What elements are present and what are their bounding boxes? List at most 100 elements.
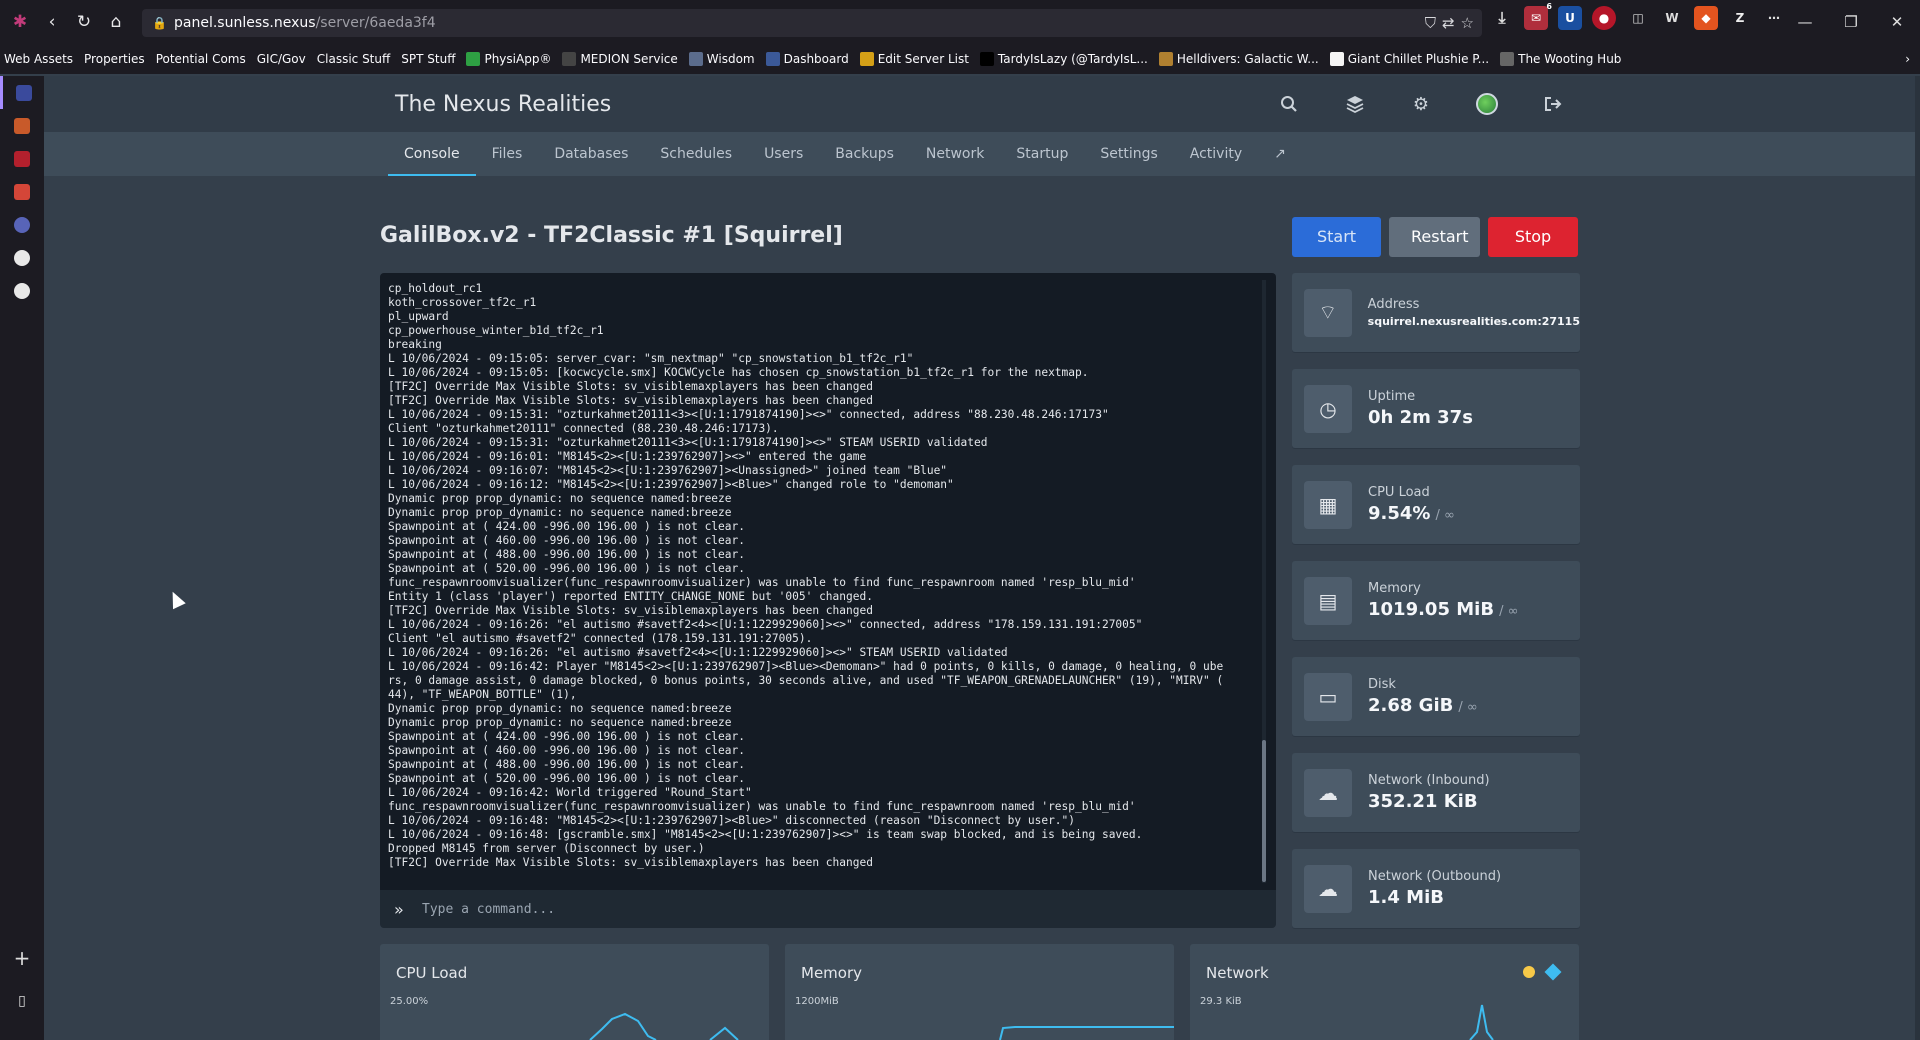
ublock-icon[interactable]: U bbox=[1558, 6, 1582, 30]
tab-console[interactable]: Console bbox=[388, 132, 476, 176]
search-icon[interactable] bbox=[1276, 91, 1302, 117]
bookmark-item[interactable]: Web Assets bbox=[4, 52, 73, 66]
tab-network[interactable]: Network bbox=[910, 132, 1000, 176]
bookmark-item[interactable]: Classic Stuff bbox=[317, 52, 391, 66]
console-line: L 10/06/2024 - 09:15:31: "ozturkahmet201… bbox=[388, 408, 1109, 421]
console-line: L 10/06/2024 - 09:16:12: "M8145<2><[U:1:… bbox=[388, 478, 954, 491]
close-icon[interactable]: ✕ bbox=[1874, 0, 1920, 44]
stat-card-address: ⌔ Address squirrel.nexusrealities.com:2711… bbox=[1292, 273, 1580, 352]
tab-startup[interactable]: Startup bbox=[1000, 132, 1084, 176]
console-line: Spawnpoint at ( 520.00 -996.00 196.00 ) … bbox=[388, 772, 745, 785]
bookmark-favicon-icon bbox=[688, 52, 703, 66]
extension-z-icon[interactable]: Z bbox=[1728, 6, 1752, 30]
bookmark-item[interactable]: TardyIsLazy (@TardyIsL... bbox=[979, 52, 1148, 66]
shield-icon[interactable]: ⛉ bbox=[1425, 14, 1436, 32]
url-bar[interactable]: 🔒 panel.sunless.nexus/server/6aeda3f4 ⛉ … bbox=[142, 9, 1482, 37]
page-scrollbar[interactable] bbox=[1915, 76, 1920, 1040]
browser-logo-icon[interactable]: ✱ bbox=[4, 6, 36, 38]
tab-settings[interactable]: Settings bbox=[1084, 132, 1173, 176]
memory-graph-line bbox=[999, 1026, 1174, 1040]
console-line: func_respawnroomvisualizer(func_respawnr… bbox=[388, 800, 1136, 813]
bookmark-item[interactable]: Giant Chillet Plushie P... bbox=[1329, 52, 1489, 66]
bookmark-item[interactable]: SPT Stuff bbox=[401, 52, 455, 66]
bookmark-item[interactable]: Potential Coms bbox=[156, 52, 246, 66]
sidebar-tab-screen[interactable] bbox=[0, 142, 44, 175]
bookmark-label: Edit Server List bbox=[877, 52, 969, 66]
bookmark-favicon-icon bbox=[1500, 52, 1515, 66]
sidebar-tab-app[interactable] bbox=[0, 109, 44, 142]
bookmark-label: Dashboard bbox=[783, 52, 849, 66]
bookmark-label: Potential Coms bbox=[155, 52, 246, 66]
mail-extension-icon[interactable]: ✉ 6 bbox=[1524, 2, 1552, 30]
external-link-icon[interactable]: ↗ bbox=[1258, 132, 1302, 176]
bookmark-item[interactable]: Edit Server List bbox=[859, 52, 969, 66]
console-line: pl_upward bbox=[388, 310, 449, 323]
extension-fox-icon[interactable]: ◆ bbox=[1694, 6, 1718, 30]
reload-icon[interactable]: ↻ bbox=[68, 6, 100, 38]
bookmark-label: Wisdom bbox=[706, 52, 755, 66]
server-name: GalilBox.v2 - TF2Classic #1 [Squirrel] bbox=[380, 223, 843, 248]
avatar[interactable] bbox=[1474, 91, 1500, 117]
restore-icon[interactable]: ❐ bbox=[1828, 0, 1874, 44]
tab-files[interactable]: Files bbox=[476, 132, 539, 176]
sidebar-add-icon[interactable]: + bbox=[0, 941, 44, 974]
bookmark-item[interactable]: MEDION Service bbox=[562, 52, 678, 66]
tab-databases[interactable]: Databases bbox=[538, 132, 644, 176]
restart-button[interactable]: Restart bbox=[1389, 217, 1480, 257]
console-line: Dynamic prop prop_dynamic: no sequence n… bbox=[388, 492, 732, 505]
home-icon[interactable]: ⌂ bbox=[100, 6, 132, 38]
layers-icon[interactable] bbox=[1342, 91, 1368, 117]
bookmark-item[interactable]: Wisdom bbox=[688, 52, 755, 66]
bookmark-item[interactable]: The Wooting Hub bbox=[1500, 52, 1621, 66]
tab-backups[interactable]: Backups bbox=[819, 132, 910, 176]
console-scrollbar-thumb[interactable] bbox=[1262, 740, 1266, 882]
tab-schedules[interactable]: Schedules bbox=[644, 132, 748, 176]
start-button[interactable]: Start bbox=[1292, 217, 1381, 257]
console-output[interactable]: cp_holdout_rc1 koth_crossover_tf2c_r1 pl_u… bbox=[380, 273, 1276, 890]
sidebar-tab-panel[interactable] bbox=[0, 76, 44, 109]
console-line: [TF2C] Override Max Visible Slots: sv_vi… bbox=[388, 856, 873, 869]
extension-red-icon[interactable]: ● bbox=[1592, 6, 1616, 30]
tab-activity[interactable]: Activity bbox=[1174, 132, 1258, 176]
sidebar-tab-gmail[interactable] bbox=[0, 175, 44, 208]
cogs-icon[interactable]: ⚙ bbox=[1408, 91, 1434, 117]
console-line: breaking bbox=[388, 338, 442, 351]
bookmark-star-icon[interactable]: ☆ bbox=[1461, 14, 1474, 32]
bookmark-label: PhysiApp® bbox=[484, 52, 552, 66]
bookmark-item[interactable]: GIC/Gov bbox=[257, 52, 306, 66]
translate-icon[interactable]: ⇄ bbox=[1442, 14, 1455, 32]
console-line: [TF2C] Override Max Visible Slots: sv_vi… bbox=[388, 380, 873, 393]
stat-value[interactable]: squirrel.nexusrealities.com:27115 bbox=[1368, 315, 1580, 328]
extension-w-icon[interactable]: W bbox=[1660, 6, 1684, 30]
bookmarks-overflow-icon[interactable]: › bbox=[1905, 52, 1920, 66]
sidebar-tab-google[interactable] bbox=[0, 241, 44, 274]
command-input[interactable] bbox=[422, 901, 1222, 917]
disk-icon: ▭ bbox=[1304, 672, 1352, 721]
bookmark-item[interactable]: Helldivers: Galactic W... bbox=[1158, 52, 1319, 66]
minimize-icon[interactable]: — bbox=[1782, 0, 1828, 44]
logout-icon[interactable] bbox=[1540, 91, 1566, 117]
stat-label: Disk bbox=[1368, 677, 1396, 692]
bookmark-item[interactable]: Properties bbox=[84, 52, 145, 66]
bookmark-item[interactable]: PhysiApp® bbox=[466, 52, 551, 66]
sidebar-tab-google-2[interactable] bbox=[0, 274, 44, 307]
extension-glasses-icon[interactable]: ◫ bbox=[1626, 6, 1650, 30]
panel-title[interactable]: The Nexus Realities bbox=[395, 92, 611, 117]
console-line: Spawnpoint at ( 488.00 -996.00 196.00 ) … bbox=[388, 548, 745, 561]
cpu-icon: ▦ bbox=[1304, 480, 1352, 529]
console-line: Client "el autismo #savetf2" connected (… bbox=[388, 632, 813, 645]
sidebar-toggle-icon[interactable]: ▯ bbox=[0, 984, 44, 1017]
sidebar-tab-globe[interactable] bbox=[0, 208, 44, 241]
panel-header: The Nexus Realities ⚙ bbox=[44, 76, 1915, 132]
network-graph-line bbox=[1469, 1004, 1494, 1040]
downloads-icon[interactable]: ⤓ bbox=[1490, 6, 1514, 30]
bookmark-favicon-icon bbox=[979, 52, 994, 66]
download-badge: 6 bbox=[1546, 2, 1552, 11]
browser-toolbar: ✱ ‹ ↻ ⌂ 🔒 panel.sunless.nexus/server/6ae… bbox=[0, 0, 1920, 44]
stat-label: Uptime bbox=[1368, 389, 1416, 404]
back-icon[interactable]: ‹ bbox=[36, 6, 68, 38]
tab-users[interactable]: Users bbox=[748, 132, 819, 176]
bookmark-item[interactable]: Dashboard bbox=[765, 52, 849, 66]
stop-button[interactable]: Stop bbox=[1488, 217, 1578, 257]
server-subnav: Console Files Databases Schedules Users Backu… bbox=[44, 132, 1915, 176]
